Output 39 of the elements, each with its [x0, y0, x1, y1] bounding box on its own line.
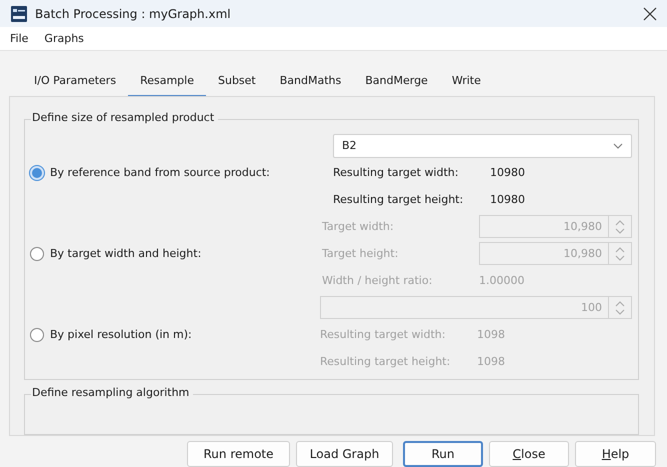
menu-item[interactable]: File — [10, 32, 28, 46]
field-label: Width / height ratio: — [322, 274, 434, 287]
dialog-button[interactable]: Close — [489, 441, 569, 467]
dialog-button[interactable]: Run remote — [187, 441, 290, 467]
radio-label: By pixel resolution (in m): — [50, 328, 192, 341]
tab[interactable]: BandMaths — [268, 66, 354, 98]
field-label: Resulting target height: — [333, 193, 464, 206]
up-down-icon — [615, 246, 625, 260]
field-label: Resulting target width: — [320, 328, 446, 341]
field-value: 10980 — [490, 193, 525, 206]
field-label: Target width: — [322, 220, 395, 233]
group-title: Define resampling algorithm — [31, 386, 194, 399]
dialog-button[interactable]: Help — [575, 441, 656, 467]
field-value: 1.00000 — [479, 274, 524, 287]
close-icon[interactable] — [643, 6, 657, 21]
radio-label: By reference band from source product: — [50, 166, 270, 179]
chevron-down-icon — [613, 142, 623, 148]
tab[interactable]: Write — [440, 66, 493, 98]
tab[interactable]: I/O Parameters — [22, 66, 128, 98]
dialog-button[interactable]: Load Graph — [296, 441, 393, 467]
field-value: 10980 — [490, 166, 525, 179]
app-logo-icon — [11, 6, 27, 22]
radio-button[interactable] — [30, 328, 44, 342]
up-down-icon — [615, 300, 625, 314]
field-label: Resulting target width: — [333, 166, 460, 179]
field-value: 1098 — [477, 328, 505, 341]
window-title: Batch Processing : myGraph.xml — [35, 6, 232, 21]
field-value: 1098 — [477, 355, 505, 368]
radio-button[interactable] — [30, 246, 44, 260]
band-dropdown[interactable]: B2 — [333, 134, 632, 158]
field-label: Resulting target height: — [320, 355, 452, 368]
tab[interactable]: BandMerge — [353, 66, 440, 98]
tab[interactable]: Subset — [206, 66, 268, 98]
menu-item[interactable]: Graphs — [44, 32, 84, 46]
field-label: Target height: — [322, 247, 400, 260]
group-title: Define size of resampled product — [31, 111, 218, 124]
dialog-button[interactable]: Run — [403, 441, 483, 467]
radio-label: By target width and height: — [50, 247, 202, 260]
up-down-icon — [615, 220, 625, 234]
